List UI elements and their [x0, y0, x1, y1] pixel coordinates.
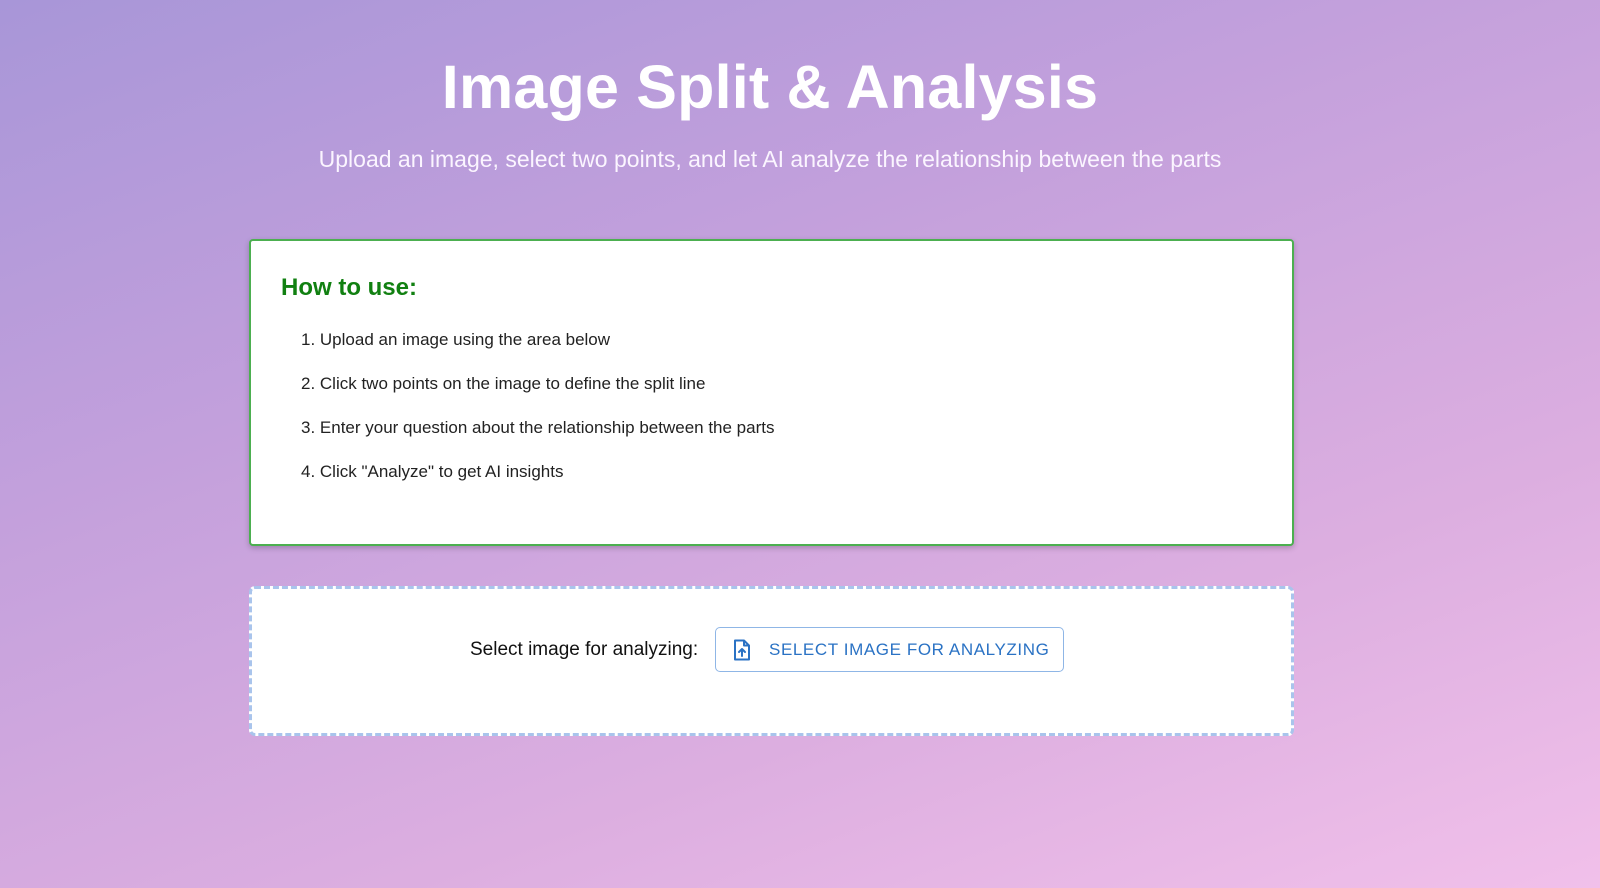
instructions-list: 1. Upload an image using the area below …: [281, 328, 1262, 504]
page-subtitle: Upload an image, select two points, and …: [318, 146, 1222, 172]
upload-dropzone[interactable]: Select image for analyzing: SELECT IMAGE…: [249, 586, 1294, 736]
page-title: Image Split & Analysis: [441, 53, 1099, 121]
instruction-step: 1. Upload an image using the area below: [301, 330, 611, 349]
instructions-card: How to use: 1. Upload an image using the…: [249, 239, 1294, 546]
instruction-step: 3. Enter your question about the relatio…: [301, 418, 775, 437]
upload-label: Select image for analyzing:: [470, 639, 699, 660]
select-image-button[interactable]: SELECT IMAGE FOR ANALYZING: [715, 627, 1064, 672]
file-upload-icon: [732, 639, 752, 661]
select-image-button-label: SELECT IMAGE FOR ANALYZING: [769, 639, 1050, 659]
instructions-title: How to use:: [281, 274, 417, 301]
instruction-step: 2. Click two points on the image to defi…: [301, 374, 706, 393]
instruction-step: 4. Click "Analyze" to get AI insights: [301, 462, 564, 481]
